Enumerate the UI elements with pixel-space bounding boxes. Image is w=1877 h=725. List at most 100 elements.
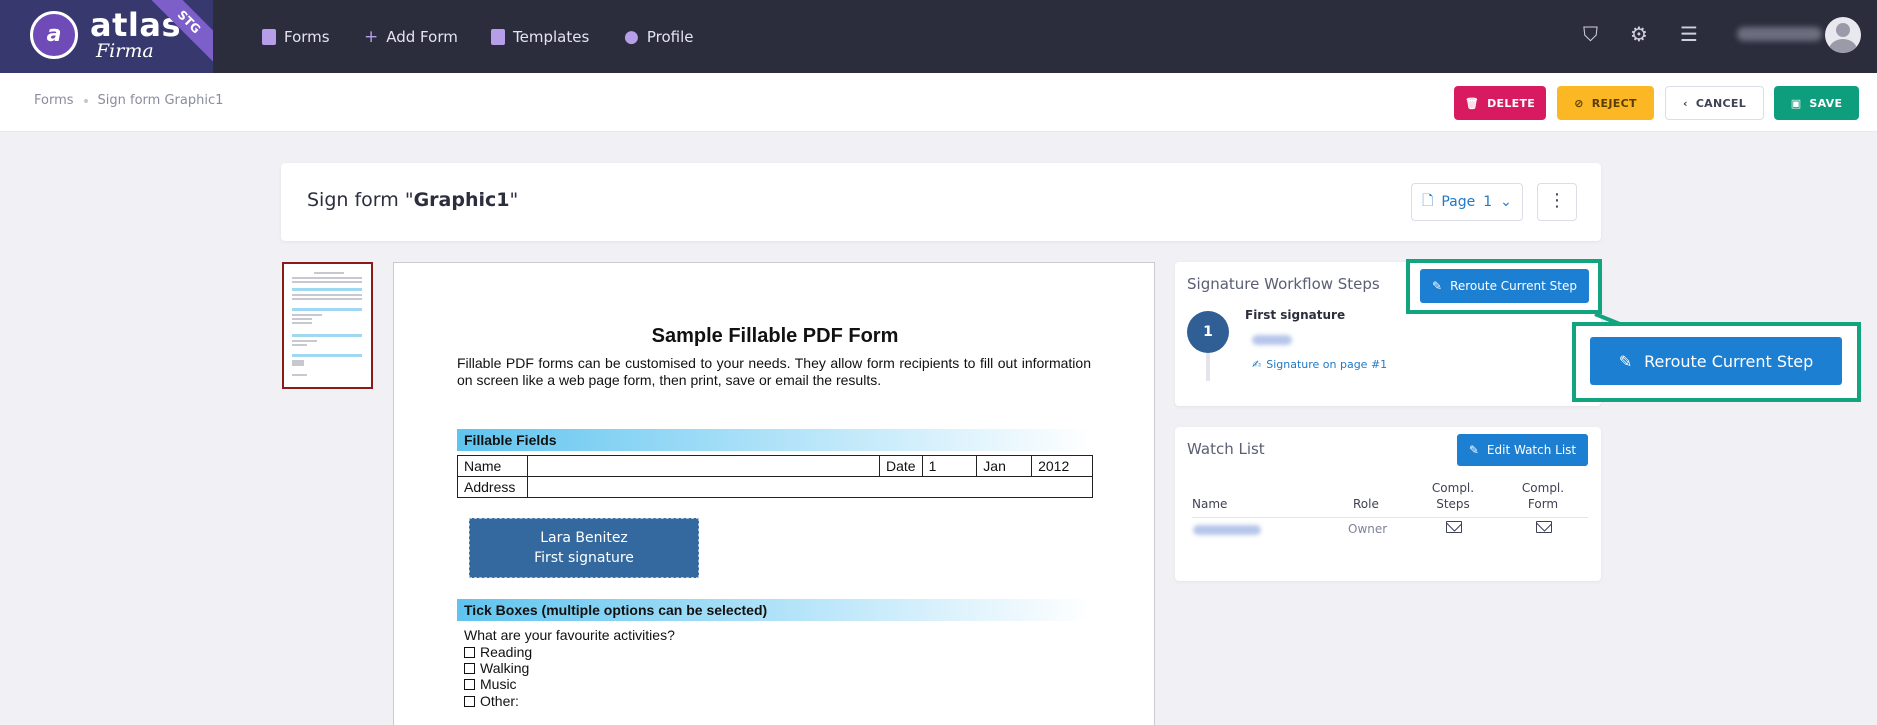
- chevron-down-icon: ⌄: [1500, 194, 1512, 210]
- title-card: Sign form "Graphic1" 🗋 Page 1 ⌄ ⋮: [281, 163, 1601, 241]
- date-year-field[interactable]: 2012: [1031, 455, 1093, 477]
- file-icon: 🗋: [1422, 193, 1434, 209]
- title-form-name: Graphic1: [413, 189, 510, 211]
- step-number-badge: 1: [1187, 311, 1229, 353]
- page-title: Sign form "Graphic1": [307, 189, 518, 211]
- signature-field-name: Lara Benitez: [540, 530, 628, 546]
- gears-icon[interactable]: ⚙: [1630, 22, 1648, 46]
- col-compl-steps: Compl. Steps: [1431, 481, 1475, 511]
- step-name: First signature: [1245, 308, 1346, 322]
- tick-walking[interactable]: Walking: [464, 660, 529, 676]
- brand-subname: Firma: [96, 40, 154, 62]
- envelope-icon[interactable]: [1446, 521, 1462, 533]
- nav-templates-label: Templates: [513, 27, 590, 46]
- edit-icon: ✎: [1618, 351, 1633, 371]
- address-field[interactable]: [526, 476, 1094, 498]
- signature-field-step: First signature: [534, 550, 634, 566]
- reroute-step-button[interactable]: ✎ Reroute Current Step: [1420, 269, 1589, 303]
- reject-button[interactable]: ⊘ REJECT: [1557, 86, 1654, 120]
- page-select[interactable]: 🗋 Page 1 ⌄: [1411, 183, 1523, 221]
- brand-logo[interactable]: a atlas Firma STG: [0, 0, 213, 73]
- avatar[interactable]: [1825, 17, 1861, 53]
- step-timeline: [1206, 353, 1210, 381]
- menu-icon[interactable]: ☰: [1680, 22, 1698, 46]
- nav-profile[interactable]: ● Profile: [624, 0, 693, 73]
- col-compl-form: Compl. Form: [1521, 481, 1565, 511]
- col-name: Name: [1192, 497, 1228, 511]
- top-navbar: a atlas Firma STG Forms + Add Form Templ…: [0, 0, 1877, 73]
- action-bar: Forms Sign form Graphic1 🗑 DELETE ⊘ REJE…: [0, 73, 1877, 132]
- plus-icon: +: [364, 26, 379, 47]
- date-day-field[interactable]: 1: [921, 455, 978, 477]
- cancel-button[interactable]: ‹ CANCEL: [1665, 86, 1764, 120]
- delete-label: DELETE: [1487, 96, 1536, 110]
- doc-title: Sample Fillable PDF Form: [651, 325, 899, 347]
- date-month-field[interactable]: Jan: [976, 455, 1033, 477]
- watchlist-title: Watch List: [1187, 440, 1265, 458]
- checkbox-icon: [464, 678, 475, 690]
- more-options-button[interactable]: ⋮: [1537, 183, 1577, 221]
- edit-icon: ✎: [1468, 443, 1479, 457]
- date-label: Date: [879, 455, 923, 477]
- name-field[interactable]: [526, 455, 881, 477]
- tick-music-label: Music: [480, 676, 517, 692]
- trash-icon: 🗑: [1464, 96, 1480, 110]
- tick-walking-label: Walking: [480, 660, 530, 676]
- fields-table: Name Date 1 Jan 2012 Address: [457, 455, 1094, 498]
- checkbox-icon: [464, 662, 475, 674]
- edit-icon: ✎: [1432, 279, 1443, 293]
- kebab-icon: ⋮: [1548, 190, 1566, 211]
- watchlist-divider: [1192, 517, 1588, 518]
- address-label: Address: [457, 476, 528, 498]
- page-select-value: 1: [1483, 194, 1493, 210]
- nav-templates[interactable]: Templates: [491, 0, 589, 73]
- breadcrumb-forms[interactable]: Forms: [34, 93, 74, 108]
- edit-watchlist-label: Edit Watch List: [1486, 443, 1577, 457]
- cancel-label: CANCEL: [1695, 96, 1747, 110]
- tick-music[interactable]: Music: [464, 676, 517, 692]
- reject-label: REJECT: [1591, 96, 1637, 110]
- reroute-step-zoomed-label: Reroute Current Step: [1644, 351, 1814, 371]
- user-icon: ●: [624, 26, 639, 47]
- floppy-icon: ▣: [1790, 96, 1802, 110]
- signature-icon: ✍: [1252, 358, 1262, 371]
- checkbox-icon: [464, 646, 475, 658]
- delete-button[interactable]: 🗑 DELETE: [1454, 86, 1546, 120]
- templates-icon: [491, 28, 505, 45]
- edit-watchlist-button[interactable]: ✎ Edit Watch List: [1457, 434, 1588, 466]
- tick-reading-label: Reading: [480, 644, 533, 660]
- logo-mark-icon: a: [30, 11, 78, 59]
- col-role: Role: [1353, 497, 1379, 511]
- tick-question: What are your favourite activities?: [464, 627, 675, 643]
- documents-icon: [262, 28, 276, 45]
- breadcrumb: Forms Sign form Graphic1: [34, 93, 223, 108]
- reroute-step-button-zoomed[interactable]: ✎ Reroute Current Step: [1590, 337, 1842, 385]
- signature-field[interactable]: Lara Benitez First signature: [469, 518, 699, 578]
- ban-icon: ⊘: [1574, 96, 1584, 110]
- envelope-icon[interactable]: [1536, 521, 1552, 533]
- step-signer-blurred: [1252, 335, 1292, 345]
- user-name-blurred[interactable]: [1737, 27, 1822, 41]
- tick-reading[interactable]: Reading: [464, 644, 532, 660]
- breadcrumb-current: Sign form Graphic1: [97, 93, 224, 108]
- checkbox-icon: [464, 695, 475, 707]
- page-select-label: Page: [1441, 194, 1476, 210]
- tick-other-label: Other:: [480, 693, 519, 709]
- save-button[interactable]: ▣ SAVE: [1774, 86, 1859, 120]
- tick-other[interactable]: Other:: [464, 693, 519, 709]
- page-thumbnail[interactable]: [282, 262, 373, 389]
- save-label: SAVE: [1809, 96, 1843, 110]
- nav-forms[interactable]: Forms: [262, 0, 330, 73]
- nav-add-form[interactable]: + Add Form: [364, 0, 458, 73]
- title-prefix: Sign form ": [307, 189, 414, 211]
- nav-profile-label: Profile: [646, 27, 694, 46]
- pdf-document: Sample Fillable PDF Form Fillable PDF fo…: [393, 262, 1155, 725]
- nav-add-form-label: Add Form: [386, 27, 458, 46]
- step-signature-label: Signature on page #1: [1266, 358, 1388, 371]
- doc-section-tickboxes: Tick Boxes (multiple options can be sele…: [457, 599, 1091, 621]
- step-signature-link[interactable]: ✍ Signature on page #1: [1252, 358, 1387, 371]
- watcher-role: Owner: [1348, 522, 1388, 536]
- chevron-left-icon: ‹: [1682, 96, 1688, 110]
- doc-intro: Fillable PDF forms can be customised to …: [457, 355, 1091, 388]
- shield-icon[interactable]: ⛉: [1583, 22, 1598, 46]
